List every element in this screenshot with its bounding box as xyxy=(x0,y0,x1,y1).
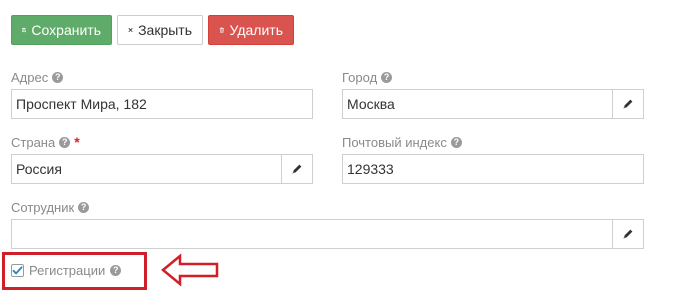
country-edit-button[interactable] xyxy=(282,154,313,184)
employee-label: Сотрудник xyxy=(11,199,75,215)
floppy-disk-icon xyxy=(22,27,27,33)
employee-field: Сотрудник ? xyxy=(11,198,644,249)
employee-input[interactable] xyxy=(11,219,613,249)
pencil-icon xyxy=(623,229,633,239)
postal-code-input[interactable] xyxy=(342,154,644,184)
close-icon xyxy=(128,28,133,32)
postal-code-label-row: Почтовый индекс ? xyxy=(342,133,644,151)
address-input[interactable] xyxy=(11,89,313,119)
checkmark-icon xyxy=(12,265,23,274)
country-label-row: Страна ? * xyxy=(11,133,313,151)
help-icon[interactable]: ? xyxy=(78,201,90,213)
save-button-label: Сохранить xyxy=(31,22,101,38)
postal-code-label: Почтовый индекс xyxy=(342,134,447,150)
help-icon[interactable]: ? xyxy=(450,136,462,148)
trash-icon xyxy=(219,27,224,33)
action-toolbar: Сохранить Закрыть Удалить xyxy=(11,15,294,45)
arrow-left-icon xyxy=(161,253,219,287)
help-icon[interactable]: ? xyxy=(59,136,71,148)
city-label-row: Город ? xyxy=(342,68,644,86)
city-edit-button[interactable] xyxy=(613,89,644,119)
registration-checkbox-row: Регистрации ? xyxy=(11,261,122,279)
registration-checkbox[interactable] xyxy=(11,263,24,277)
address-label: Адрес xyxy=(11,69,49,85)
address-label-row: Адрес ? xyxy=(11,68,313,86)
city-label: Город xyxy=(342,69,378,85)
pencil-icon xyxy=(292,164,302,174)
delete-button-label: Удалить xyxy=(229,22,283,38)
save-button[interactable]: Сохранить xyxy=(11,15,112,45)
delete-button[interactable]: Удалить xyxy=(208,15,294,45)
close-button[interactable]: Закрыть xyxy=(117,15,203,45)
close-button-label: Закрыть xyxy=(138,22,192,38)
country-input[interactable] xyxy=(11,154,282,184)
country-label: Страна xyxy=(11,134,56,150)
city-input[interactable] xyxy=(342,89,613,119)
postal-code-field: Почтовый индекс ? xyxy=(342,133,644,184)
help-icon[interactable]: ? xyxy=(52,71,64,83)
country-field: Страна ? * xyxy=(11,133,313,184)
city-field: Город ? xyxy=(342,68,644,119)
employee-edit-button[interactable] xyxy=(613,219,644,249)
employee-label-row: Сотрудник ? xyxy=(11,198,644,216)
registration-label[interactable]: Регистрации xyxy=(29,263,105,278)
help-icon[interactable]: ? xyxy=(110,264,122,276)
pencil-icon xyxy=(623,99,633,109)
help-icon[interactable]: ? xyxy=(381,71,393,83)
required-marker: * xyxy=(74,134,80,150)
address-field: Адрес ? xyxy=(11,68,313,119)
